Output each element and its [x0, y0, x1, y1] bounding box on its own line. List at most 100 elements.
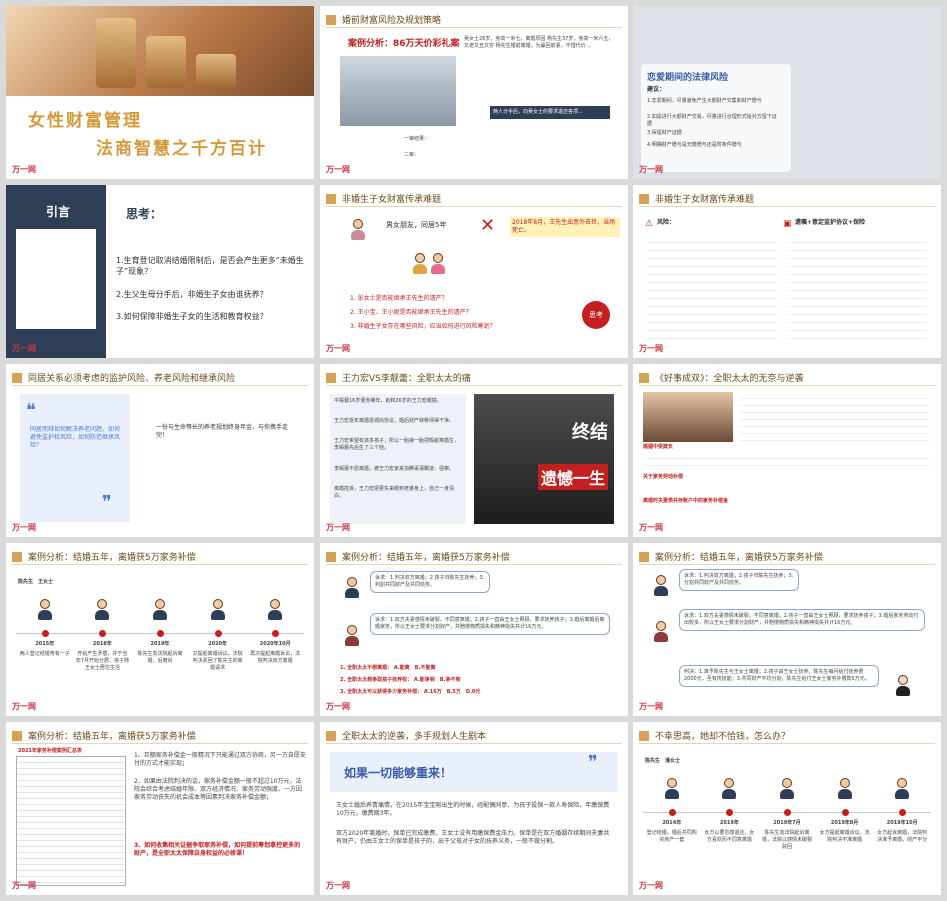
logo: 万一网 [639, 165, 663, 174]
slide-6[interactable]: 非婚生子女财富传承难题 ⚠ 风险： ▣ 遗嘱+意定监护协议+保险 万一网 [633, 185, 941, 358]
slide-12[interactable]: 案例分析：结婚五年，离婚获5万家务补偿 诉求：1.判决双方离婚；2.孩子归陈先生… [633, 543, 941, 716]
slide-header: 案例分析：结婚五年，离婚获5万家务补偿 [12, 728, 308, 744]
bullet-box [330, 394, 466, 524]
timeline-year: 2019年10月 [886, 820, 918, 826]
timeline-event: 女方以要息感退还，女方喜欢而不同意离婚 [704, 830, 755, 843]
question-2: 2. 王小宝、王小妮是否能继承王先生的遗产？ [350, 309, 472, 316]
table-title: 2021年家务补偿案例汇总表 [18, 748, 82, 754]
close-quote-icon: ❞ [102, 492, 112, 513]
slide-14[interactable]: 全职太太的逆袭，多手规划人生剧本 如果一切能够重来！ ❞ 王女士婚后养青痛情，在… [320, 722, 628, 895]
item-2: 2.如需进行大额财产交易，尽量进行合理形式给对方留下证据 [647, 114, 777, 127]
case-photo [340, 56, 456, 126]
slide-5[interactable]: 非婚生子女财富传承难题 男女朋友，同居5年 ✕ 2018年8月，王先生出意外去世… [320, 185, 628, 358]
plea-wife: 诉求：1.双方夫妻感情未破裂，不同意离婚；2.孩子一直由王女士照顾，要求抚养孩子… [679, 609, 925, 631]
timeline-event: 两人登记结婚育有一子 [19, 651, 70, 657]
logo: 万一网 [326, 165, 350, 174]
slide-15[interactable]: 不幸思高，她却不恰钱，怎么办？ 陈先生 潘女士 2014年 登记结婚，婚后共同购买… [633, 722, 941, 895]
event-note: 2018年8月，王先生出意外去世，当场死亡。 [510, 217, 620, 237]
question-1: 1. 张女士是否能继承王先生的遗产？ [350, 295, 448, 302]
wife-avatar [344, 625, 360, 647]
open-quote-icon: ❝ [26, 400, 36, 421]
logo: 万一网 [12, 165, 36, 174]
think-badge: 思考 [582, 301, 610, 329]
timeline-dot [726, 809, 734, 816]
answer-2-options[interactable]: A.能争到 B.争不到 [414, 677, 461, 683]
husband-avatar [653, 575, 669, 597]
left-text: 同居而辩如何解决养老问题，如何避免监护权风险，如何防范继承风险？ [30, 426, 121, 449]
slide-8[interactable]: 王力宏VS李靓蕾：全职太太的痛 平殿蕾16岁便赤裸年，就和26岁的王力宏眼镜。 … [320, 364, 628, 537]
case-panel: 两人分手后，向吴女士的要求退还各项… [490, 106, 610, 119]
logo: 万一网 [326, 523, 350, 532]
section-1: 婚姻中受欺负 [643, 444, 674, 450]
section-3: 离婚时夫妻债共存账户中的家务补偿金 [643, 498, 729, 504]
question-3: 3. 非婚生子女存在哪些风险，应当如何进行风险筹划？ [350, 323, 496, 330]
slide-3[interactable]: 恋爱期间的法律风险 建议： 1.恋爱期间，尽量避免产生大额财产交集和财产赠与 2… [633, 6, 941, 179]
logo: 万一网 [326, 702, 350, 711]
logo: 万一网 [639, 881, 663, 890]
left-quote-box [20, 394, 130, 522]
slide-1[interactable]: 女性财富管理 法商智慧之千方百计 万一网 [6, 6, 314, 179]
slide-header: 案例分析：结婚五年，离婚获5万家务补偿 [639, 549, 935, 565]
relation-label: 男女朋友，同居5年 [386, 221, 447, 229]
timeline-avatar [837, 778, 853, 800]
slide-13[interactable]: 案例分析：结婚五年，离婚获5万家务补偿 2021年家务补偿案例汇总表 1、巨额家… [6, 722, 314, 895]
answer-3: 3. 全职太太可以获得多少家务补偿： A.16万 B.5万 D.0元 [340, 689, 480, 696]
lead: 建议： [647, 86, 666, 93]
item-3: 3.保留财产证据 [647, 130, 682, 136]
answer-3-label: 3. 全职太太可以获得多少家务补偿： [340, 689, 423, 695]
logo: 万一网 [12, 702, 36, 711]
warning-icon: ⚠ [645, 219, 654, 229]
answer-1-options[interactable]: A.能离 B.不能离 [394, 665, 436, 671]
timeline-year: 2020年10月 [259, 641, 291, 647]
header-text: 案例分析：结婚五年，离婚获5万家务补偿 [28, 553, 196, 563]
logo: 万一网 [12, 881, 36, 890]
poster-title-1: 终结 [572, 422, 608, 443]
slide-7[interactable]: 同居关系必须考虑的监护风险、养老风险和继承风险 ❝ 同居而辩如何解决养老问题，如… [6, 364, 314, 537]
paragraph-1: 王女士婚后养青痛情，在2015年宝宝刚出生的时候，经配偶同意，为孩子投保一款人寿… [336, 802, 610, 817]
slide-10[interactable]: 案例分析：结婚五年，离婚获5万家务补偿 陈先生 王女士 2015年 两人登记结婚育… [6, 543, 314, 716]
timeline-event: 陈先生向法院起诉离婚，后撤诉 [137, 651, 183, 664]
slide-header: 同居关系必须考虑的监护风险、养老风险和继承风险 [12, 370, 308, 386]
point-3: 3、如何收集相关证据争取家务补偿，如何提前筹划拿控更多的财产，是全职太太保障自身… [134, 842, 301, 857]
timeline-dot [157, 630, 164, 637]
timeline-dot [841, 809, 849, 816]
logo: 万一网 [639, 344, 663, 353]
timeline-dot [668, 809, 676, 816]
slide-11[interactable]: 案例分析：结婚五年，离婚获5万家务补偿 诉求：1.判决双方离婚；2.孩子归陈先生… [320, 543, 628, 716]
timeline-event: 又提起离婚诉讼，法院判决驳回了陈先生的离婚请求 [192, 651, 243, 671]
cross-icon: ✕ [480, 215, 496, 236]
case-table [16, 756, 126, 886]
header-text: 王力宏VS李靓蕾：全职太太的痛 [342, 374, 471, 384]
wife-avatar [653, 621, 669, 643]
header-text: 非婚生子女财富传承难题 [655, 195, 755, 205]
section-2: 关于家务劳动补偿 [643, 474, 684, 480]
logo: 万一网 [639, 702, 663, 711]
timeline-dot [272, 630, 280, 637]
paragraph-2: 双方2020年离婚时，保单已完成缴费，王女士没有用缴保费金压力。保单是在双方婚姻… [336, 830, 610, 845]
timeline-avatar [721, 778, 737, 800]
logo: 万一网 [12, 344, 36, 353]
slide-header: 非婚生子女财富传承难题 [639, 191, 935, 207]
right-title: 遗嘱+意定监护协议+保险 [795, 219, 866, 226]
names: 陈先生 王女士 [18, 579, 54, 585]
slide-9[interactable]: 《好事成双》：全职太太的无奈与逆袭 婚姻中受欺负 关于家务劳动补偿 离婚时夫妻债… [633, 364, 941, 537]
news-clipping [16, 229, 96, 329]
actress-photo [643, 392, 733, 442]
header-text: 同居关系必须考虑的监护风险、养老风险和继承风险 [28, 374, 236, 384]
timeline-avatar [37, 599, 53, 621]
slogan: 如果一切能够重来！ [344, 766, 453, 780]
slide-header: 《好事成双》：全职太太的无奈与逆袭 [639, 370, 935, 386]
answer-1-label: 1. 全职太太不想离婚： [340, 665, 393, 671]
answer-2-label: 2. 全职太太想争取孩子抚养权： [340, 677, 413, 683]
left-title: 风险： [657, 219, 676, 226]
slide-4[interactable]: 引言 思考： 1.生育登记取消结婚限制后，是否会产生更多“未婚生子”现象？ 2.… [6, 185, 314, 358]
slide-header: 王力宏VS李靓蕾：全职太太的痛 [326, 370, 622, 386]
header-text: 婚前财富风险及规划策略 [342, 16, 442, 26]
quote-icon: ❞ [588, 752, 598, 773]
child-girl [430, 253, 446, 275]
answer-3-options[interactable]: A.16万 B.5万 D.0元 [424, 689, 481, 695]
header-text: 案例分析：结婚五年，离婚获5万家务补偿 [342, 553, 510, 563]
timeline-dot [214, 630, 222, 637]
timeline-year: 2014年 [662, 820, 682, 826]
slide-2[interactable]: 婚前财富风险及规划策略 案例分析：86万天价彩礼案 吴女士26岁，身高一米七，离… [320, 6, 628, 179]
